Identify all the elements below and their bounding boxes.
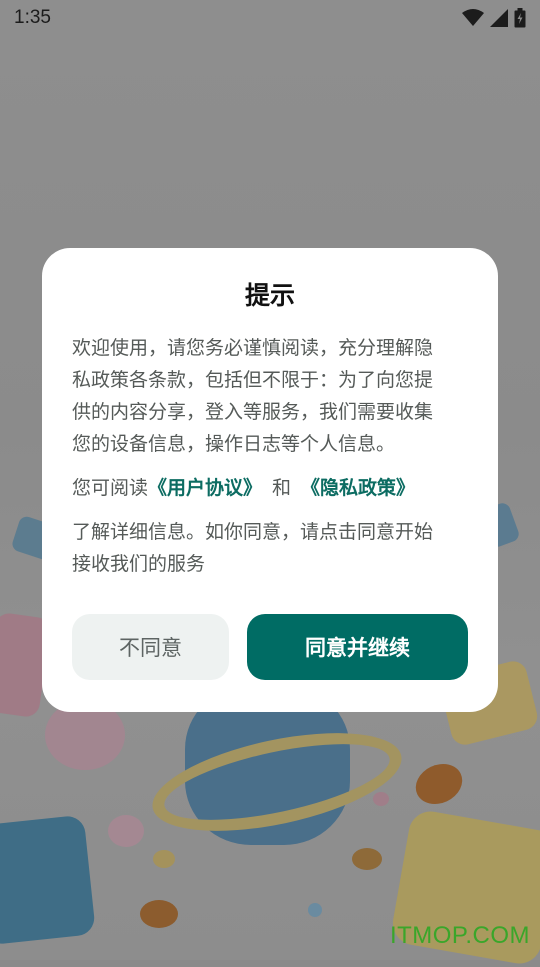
- dialog-title: 提示: [244, 281, 295, 310]
- decor-bean: [409, 756, 469, 812]
- disagree-button[interactable]: 不同意: [72, 614, 229, 680]
- decor-bean: [140, 900, 178, 928]
- dialog-buttons: 不同意 同意并继续: [72, 614, 468, 680]
- decor-bead: [153, 850, 175, 868]
- decor-cube: [0, 814, 96, 946]
- privacy-notice-text: 欢迎使用，请您务必谨慎阅读，充分理解隐 私政策各条款，包括但不限于：为了向您提 …: [72, 332, 468, 460]
- battery-icon: [514, 8, 526, 28]
- consent-dialog: 提示 欢迎使用，请您务必谨慎阅读，充分理解隐 私政策各条款，包括但不限于：为了向…: [42, 248, 498, 712]
- signal-icon: [490, 9, 508, 27]
- policy-links-line: 您可阅读 《用户协议》 和 《隐私政策》: [72, 472, 468, 504]
- policy-prefix: 您可阅读: [72, 477, 149, 499]
- text-line: 私政策各条款，包括但不限于：为了向您提: [72, 369, 434, 391]
- user-agreement-link[interactable]: 《用户协议》: [148, 472, 262, 504]
- and-text: 和: [272, 477, 292, 499]
- decor-bead: [373, 792, 389, 806]
- status-time: 1:35: [14, 7, 51, 28]
- consent-instructions-text: 了解详细信息。如你同意，请点击同意开始 接收我们的服务: [72, 516, 468, 580]
- text-line: 接收我们的服务: [72, 553, 206, 575]
- wifi-icon: [462, 9, 484, 27]
- privacy-policy-link[interactable]: 《隐私政策》: [301, 472, 415, 504]
- status-icons: [462, 8, 526, 28]
- text-line: 供的内容分享，登入等服务，我们需要收集: [72, 401, 434, 423]
- decor-bead: [108, 815, 144, 847]
- watermark: ITMOP.COM: [389, 922, 530, 949]
- text-line: 欢迎使用，请您务必谨慎阅读，充分理解隐: [72, 337, 434, 359]
- decor-bead: [308, 903, 322, 917]
- decor-bean: [352, 848, 382, 870]
- dialog-body: 欢迎使用，请您务必谨慎阅读，充分理解隐 私政策各条款，包括但不限于：为了向您提 …: [72, 332, 468, 580]
- status-bar: 1:35: [0, 0, 540, 36]
- text-line: 您的设备信息，操作日志等个人信息。: [72, 433, 396, 455]
- agree-continue-button[interactable]: 同意并继续: [247, 614, 468, 680]
- text-line: 了解详细信息。如你同意，请点击同意开始: [72, 521, 434, 543]
